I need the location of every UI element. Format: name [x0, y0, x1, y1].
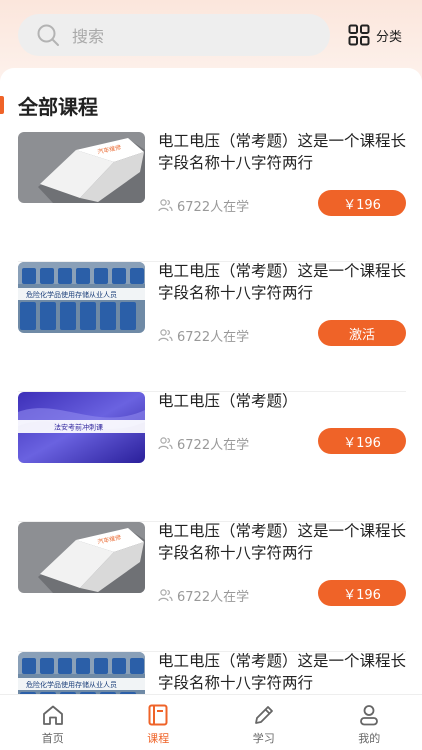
- price-button[interactable]: ￥196: [318, 190, 406, 216]
- bottom-tab-bar: 首页 课程 学习 我的: [0, 694, 422, 750]
- people-icon: [158, 436, 173, 449]
- section-title: 全部课程: [18, 94, 98, 119]
- course-thumbnail-book: 汽车维修: [18, 132, 145, 203]
- tab-profile[interactable]: 我的: [317, 695, 422, 750]
- thumbnail-caption: 危险化学品使用存储从业人员: [26, 290, 117, 299]
- learner-text: 6722人在学: [177, 589, 250, 605]
- activate-button[interactable]: 激活: [318, 320, 406, 346]
- course-title: 电工电压（常考题）: [158, 392, 298, 410]
- people-icon: [158, 198, 173, 211]
- course-item[interactable]: 汽车维修 电工电压（常考题）这是一个课程长字段名称十八字符两行 6722人在学 …: [18, 522, 406, 652]
- home-icon: [42, 705, 63, 725]
- learner-text: 6722人在学: [177, 199, 250, 215]
- tab-label: 课程: [147, 732, 170, 745]
- tab-home[interactable]: 首页: [0, 695, 106, 750]
- learner-text: 6722人在学: [177, 437, 250, 453]
- course-thumbnail-banner: 法安考前冲刺课: [18, 392, 145, 463]
- price-button[interactable]: ￥196: [318, 428, 406, 454]
- category-button[interactable]: 分类: [348, 22, 402, 48]
- course-title: 电工电压（常考题）这是一个课程长字段名称十八字符两行: [158, 132, 407, 172]
- people-icon: [158, 588, 173, 601]
- grid-icon: [348, 24, 370, 46]
- course-title: 电工电压（常考题）这是一个课程长字段名称十八字符两行: [158, 262, 407, 302]
- course-icon: [148, 704, 168, 726]
- search-placeholder: 搜索: [72, 27, 105, 46]
- price-button[interactable]: ￥196: [318, 580, 406, 606]
- section-accent-bar: [0, 96, 4, 114]
- tab-label: 我的: [358, 732, 381, 745]
- search-bar[interactable]: 搜索: [18, 14, 330, 56]
- search-icon: [37, 24, 59, 46]
- course-title: 电工电压（常考题）这是一个课程长字段名称十八字符两行: [158, 652, 407, 692]
- thumbnail-caption: 法安考前冲刺课: [54, 423, 103, 432]
- pencil-icon: [254, 706, 273, 724]
- course-panel: 全部课程 汽车维修 电工电压（常考题）这是一个课程长字段名称十八字符两行 672…: [0, 68, 422, 694]
- learner-count: 6722人在学: [158, 196, 250, 215]
- course-item[interactable]: 危险化学品使用存储从业人员 电工电压（常考题）这是一个课程长字段名称十八字符两行: [18, 652, 406, 694]
- course-item[interactable]: 法安考前冲刺课 电工电压（常考题） 6722人在学 ￥196: [18, 392, 406, 522]
- learner-count: 6722人在学: [158, 586, 250, 605]
- tab-course[interactable]: 课程: [106, 695, 212, 750]
- learner-count: 6722人在学: [158, 326, 250, 345]
- tab-study[interactable]: 学习: [211, 695, 317, 750]
- people-icon: [158, 328, 173, 341]
- category-label: 分类: [376, 29, 403, 45]
- course-title: 电工电压（常考题）这是一个课程长字段名称十八字符两行: [158, 522, 407, 562]
- learner-count: 6722人在学: [158, 434, 250, 453]
- learner-text: 6722人在学: [177, 329, 250, 345]
- section-header: 全部课程: [0, 92, 98, 119]
- course-item[interactable]: 危险化学品使用存储从业人员 电工电压（常考题）这是一个课程长字段名称十八字符两行…: [18, 262, 406, 392]
- course-item[interactable]: 汽车维修 电工电压（常考题）这是一个课程长字段名称十八字符两行 6722人在学 …: [18, 132, 406, 262]
- profile-icon: [360, 705, 379, 726]
- course-thumbnail-barrels: 危险化学品使用存储从业人员: [18, 262, 145, 333]
- course-thumbnail-book: 汽车维修: [18, 522, 145, 593]
- course-thumbnail-barrels: 危险化学品使用存储从业人员: [18, 652, 145, 694]
- thumbnail-caption: 危险化学品使用存储从业人员: [26, 680, 117, 689]
- tab-label: 学习: [252, 732, 275, 745]
- course-list: 汽车维修 电工电压（常考题）这是一个课程长字段名称十八字符两行 6722人在学 …: [18, 132, 406, 694]
- tab-label: 首页: [41, 732, 64, 745]
